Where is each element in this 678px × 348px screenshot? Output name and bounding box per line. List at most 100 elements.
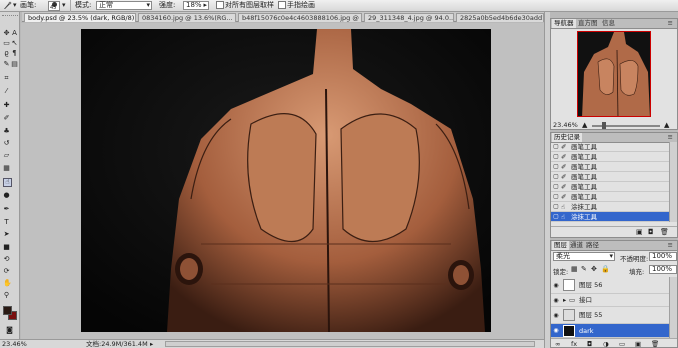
tab-2825a0b5ed4b[interactable]: 2825a0b5ed4b6de30add1 xyxy=(456,13,544,22)
mode-select[interactable]: 正常 ▾ xyxy=(96,1,152,10)
lock-all-icon[interactable]: 🔒 xyxy=(601,265,610,273)
3d-orbit-tool-icon[interactable]: ⟳ xyxy=(3,268,10,275)
blend-mode-select[interactable]: 柔光 ▾ xyxy=(553,252,615,261)
healing-tool-icon[interactable]: ✚ xyxy=(3,102,10,109)
zoom-level[interactable]: 23.46% xyxy=(2,340,27,348)
tab-info[interactable]: 信息 xyxy=(600,19,617,28)
link-layers-icon[interactable]: ∞ xyxy=(555,340,560,348)
fx-icon[interactable]: fx xyxy=(571,340,577,348)
eye-visibility-icon[interactable]: ◉ xyxy=(552,307,560,323)
history-source-checkbox[interactable]: ▢ xyxy=(552,162,560,171)
brush-tool-icon[interactable]: ✐ xyxy=(3,115,10,122)
panel-menu-icon[interactable]: ≡ xyxy=(666,241,675,250)
3d-rotate-tool-icon[interactable]: ⟲ xyxy=(3,256,10,263)
finger-paint-checkbox[interactable]: 手指绘画 xyxy=(278,1,315,10)
eye-visibility-icon[interactable]: ◉ xyxy=(552,277,560,293)
history-brush-tool-icon[interactable]: ↺ xyxy=(3,140,10,147)
eye-visibility-icon[interactable]: ◉ xyxy=(552,324,560,337)
quick-select-tool-icon[interactable]: ✎ xyxy=(3,61,10,68)
tab-navigator[interactable]: 导航器 xyxy=(552,19,576,28)
chevron-right-icon[interactable]: ▸ xyxy=(563,294,566,307)
pen-tool-icon[interactable]: ✒ xyxy=(3,206,10,213)
new-layer-icon[interactable]: ▣ xyxy=(635,340,641,348)
quick-mask-icon[interactable]: ◙ xyxy=(6,327,13,334)
history-source-checkbox[interactable]: ▢ xyxy=(552,142,560,151)
smudge-tool-preset-icon[interactable] xyxy=(2,1,12,10)
history-item[interactable]: ▢ ☝ 涂抹工具 xyxy=(551,202,670,212)
tab-histogram[interactable]: 直方图 xyxy=(576,19,600,28)
lock-position-icon[interactable]: ✥ xyxy=(591,265,597,273)
history-scrollbar[interactable] xyxy=(669,142,677,222)
history-item[interactable]: ▢ ✐ 画笔工具 xyxy=(551,142,670,152)
history-item[interactable]: ▢ ✐ 画笔工具 xyxy=(551,172,670,182)
tab-body-psd[interactable]: body.psd @ 23.5% (dark, RGB/8) * xyxy=(24,13,136,22)
tab-history[interactable]: 历史记录 xyxy=(552,133,582,142)
new-document-from-state-icon[interactable]: ▣ xyxy=(636,228,643,236)
tab-layers[interactable]: 图层 xyxy=(552,241,569,250)
trash-icon[interactable]: 🗑 xyxy=(660,228,669,236)
history-item[interactable]: ▢ ✐ 画笔工具 xyxy=(551,182,670,192)
brush-dropdown-icon[interactable]: ▾ xyxy=(62,1,66,10)
history-item[interactable]: ▢ ✐ 画笔工具 xyxy=(551,152,670,162)
clone-stamp-tool-icon[interactable]: ♣ xyxy=(3,128,10,135)
foreground-color-swatch[interactable] xyxy=(3,306,12,315)
history-source-checkbox[interactable]: ▢ xyxy=(552,172,560,181)
note-tool-icon[interactable]: ▤ xyxy=(11,61,18,68)
add-mask-icon[interactable]: ◘ xyxy=(587,340,592,348)
zoom-in-icon[interactable]: ▲ xyxy=(664,121,669,129)
crop-tool-icon[interactable]: ⌗ xyxy=(3,75,10,82)
gradient-tool-icon[interactable]: ▦ xyxy=(3,165,10,172)
tool-preset-dropdown-icon[interactable]: ▾ xyxy=(13,1,17,10)
layer-group-row[interactable]: ◉ ▸ ▭ 接口 xyxy=(551,294,670,307)
dodge-tool-icon[interactable]: ● xyxy=(3,192,10,199)
history-source-checkbox[interactable]: ▢ xyxy=(552,182,560,191)
zoom-slider-thumb[interactable] xyxy=(602,122,606,129)
history-source-checkbox[interactable]: ▢ xyxy=(552,212,560,221)
panel-menu-icon[interactable]: ≡ xyxy=(666,19,675,28)
lock-pixels-icon[interactable]: ✎ xyxy=(581,265,587,273)
layer-row[interactable]: ◉ 图层 56 xyxy=(551,277,670,294)
path-select-tool-icon[interactable]: ↖ xyxy=(11,40,18,47)
smudge-tool-icon[interactable]: ☝ xyxy=(3,178,12,187)
panel-menu-icon[interactable]: ≡ xyxy=(666,133,675,142)
paragraph-icon[interactable]: ¶ xyxy=(11,50,18,57)
lock-transparency-icon[interactable]: ▦ xyxy=(571,265,578,273)
history-item-selected[interactable]: ▢ ☝ 涂抹工具 xyxy=(551,212,670,222)
lasso-tool-icon[interactable]: ϱ xyxy=(3,50,10,57)
history-source-checkbox[interactable]: ▢ xyxy=(552,192,560,201)
layer-row[interactable]: ◉ 图层 55 xyxy=(551,307,670,324)
toolbox-grip[interactable] xyxy=(2,15,18,17)
opacity-input[interactable]: 100% xyxy=(649,252,677,261)
sample-all-layers-checkbox[interactable]: 对所有图层取样 xyxy=(216,1,274,10)
layers-scrollbar[interactable] xyxy=(669,277,677,338)
document-canvas[interactable] xyxy=(81,29,491,332)
zoom-out-icon[interactable]: ▲ xyxy=(582,121,587,129)
history-item[interactable]: ▢ ✐ 画笔工具 xyxy=(551,162,670,172)
history-source-checkbox[interactable]: ▢ xyxy=(552,152,560,161)
horizontal-scrollbar[interactable] xyxy=(165,341,535,347)
history-item[interactable]: ▢ ✐ 画笔工具 xyxy=(551,192,670,202)
tab-29-311348-jpg[interactable]: 29_311348_4.jpg @ 94.0... xyxy=(364,13,454,22)
new-group-icon[interactable]: ▭ xyxy=(619,340,625,348)
status-menu-arrow-icon[interactable]: ▸ xyxy=(150,340,153,348)
fill-input[interactable]: 100% xyxy=(649,265,677,274)
brush-picker[interactable]: 45 xyxy=(48,1,60,11)
eraser-tool-icon[interactable]: ▱ xyxy=(3,152,10,159)
move-tool-icon[interactable]: ✥ xyxy=(3,30,10,37)
zoom-slider[interactable] xyxy=(592,122,660,129)
tab-channels[interactable]: 通道 xyxy=(568,241,585,250)
eyedropper-tool-icon[interactable]: ⁄ xyxy=(3,88,10,95)
eye-visibility-icon[interactable]: ◉ xyxy=(552,294,560,306)
tab-b48f15076c0e-jpg[interactable]: b48f15076c0e4c4603888106.jpg @ ... xyxy=(238,13,362,22)
hand-tool-icon[interactable]: ✋ xyxy=(3,280,12,287)
history-source-checkbox[interactable]: ▢ xyxy=(552,202,560,211)
camera-snapshot-icon[interactable]: ◘ xyxy=(648,228,654,236)
marquee-tool-icon[interactable]: ▭ xyxy=(3,40,10,47)
navigator-thumbnail[interactable] xyxy=(577,31,651,117)
layer-row-selected[interactable]: ◉ dark xyxy=(551,324,670,338)
type-tool-icon[interactable]: A xyxy=(11,30,18,37)
shape-tool-icon[interactable]: ■ xyxy=(3,244,10,251)
navigator-zoom-value[interactable]: 23.46% xyxy=(553,121,578,129)
tab-paths[interactable]: 路径 xyxy=(584,241,601,250)
trash-icon[interactable]: 🗑 xyxy=(651,340,659,348)
